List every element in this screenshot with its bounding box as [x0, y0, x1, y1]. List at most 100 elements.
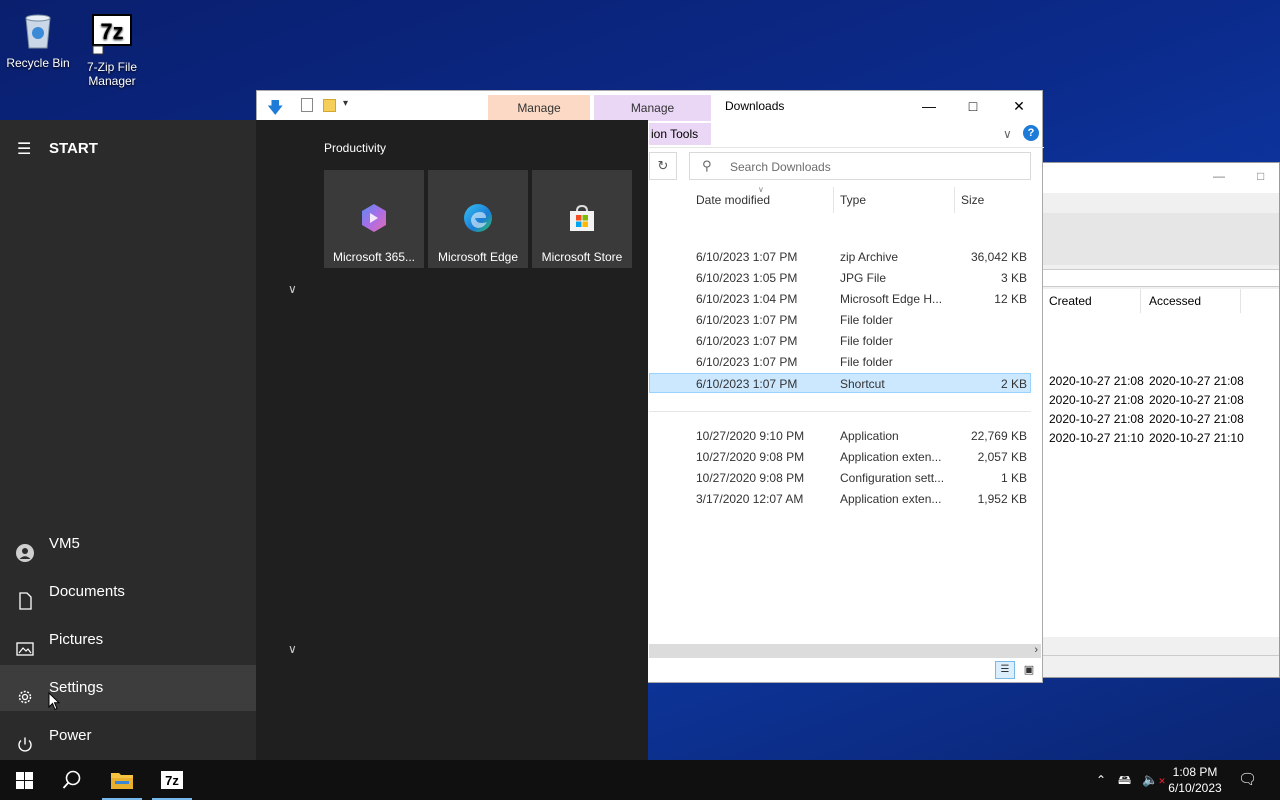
tab-manage-compressed[interactable]: Manage: [488, 95, 590, 121]
explorer-titlebar: 🡇 ▾ Manage Manage Downloads — □ ✕: [257, 91, 1042, 121]
created-cell: 2020-10-27 21:08: [1049, 374, 1144, 388]
column-header-size[interactable]: Size: [961, 187, 984, 213]
windows-logo-icon: [16, 772, 33, 789]
file-row[interactable]: 10/27/2020 9:10 PM Application 22,769 KB: [649, 426, 1031, 446]
scroll-right-icon[interactable]: ›: [1034, 644, 1038, 656]
date-cell: 10/27/2020 9:08 PM: [696, 471, 805, 485]
created-cell: 2020-10-27 21:08: [1049, 393, 1144, 407]
horizontal-scrollbar[interactable]: ›: [649, 644, 1041, 658]
size-cell: 12 KB: [994, 292, 1027, 306]
start-item-label: Power: [49, 727, 92, 744]
large-icons-view-button[interactable]: ▣: [1019, 661, 1039, 679]
minimize-button[interactable]: —: [907, 95, 951, 117]
file-row[interactable]: 6/10/2023 1:07 PM File folder: [649, 352, 1031, 372]
type-cell: Application: [840, 429, 899, 443]
ribbon-expand-icon[interactable]: ∨: [1003, 127, 1012, 141]
start-item-label: VM5: [49, 535, 80, 552]
svg-text:7z: 7z: [100, 19, 123, 44]
hamburger-menu-button[interactable]: ☰ START: [0, 128, 256, 168]
start-item-pictures[interactable]: Pictures: [0, 617, 256, 663]
column-header-created[interactable]: Created: [1041, 289, 1141, 313]
refresh-button[interactable]: ↻: [649, 152, 677, 180]
search-placeholder: Search Downloads: [730, 160, 831, 174]
date-cell: 3/17/2020 12:07 AM: [696, 492, 804, 506]
date-cell: 6/10/2023 1:07 PM: [696, 377, 798, 391]
table-row[interactable]: 2020-10-27 21:08: [1049, 410, 1144, 429]
file-row[interactable]: 6/10/2023 1:07 PM File folder: [649, 310, 1031, 330]
start-item-settings[interactable]: Settings: [0, 665, 256, 711]
tab-label: Manage: [630, 101, 675, 115]
edge-icon: [462, 202, 494, 234]
search-box[interactable]: ⚲ Search Downloads: [689, 152, 1031, 180]
start-item-user[interactable]: VM5: [0, 521, 256, 567]
file-row-selected[interactable]: 6/10/2023 1:07 PM Shortcut 2 KB: [649, 373, 1031, 393]
taskbar: 7z ⌃ 🖴 🔈✕ 1:08 PM 6/10/2023 🗨: [0, 760, 1280, 800]
hamburger-icon: ☰: [17, 141, 32, 158]
7zip-file-list: Created Accessed 2020-10-27 21:08 2020-1…: [1041, 289, 1279, 637]
start-button[interactable]: [0, 760, 48, 800]
desktop-icon-label: 7-Zip File Manager: [86, 60, 137, 88]
tab-manage-shortcut[interactable]: Manage: [594, 95, 711, 121]
mouse-cursor: [48, 691, 61, 714]
network-icon[interactable]: 🖴: [1118, 760, 1131, 800]
help-icon[interactable]: ?: [1023, 125, 1039, 141]
collapse-chevron-icon[interactable]: ∨: [288, 642, 297, 656]
taskbar-file-explorer[interactable]: [98, 760, 146, 800]
size-cell: 3 KB: [1000, 271, 1027, 285]
customize-quick-access-icon[interactable]: ▾: [343, 98, 348, 109]
table-row[interactable]: 2020-10-27 21:10: [1149, 429, 1244, 448]
file-row[interactable]: 6/10/2023 1:07 PM File folder: [649, 331, 1031, 351]
column-header-accessed[interactable]: Accessed: [1141, 289, 1241, 313]
file-row[interactable]: 6/10/2023 1:04 PM Microsoft Edge H... 12 K…: [649, 289, 1031, 309]
minimize-icon[interactable]: —: [1213, 169, 1225, 183]
type-cell: Microsoft Edge H...: [840, 292, 943, 306]
date-cell: 6/10/2023 1:07 PM: [696, 355, 798, 369]
notifications-icon[interactable]: 🗨: [1238, 760, 1257, 800]
close-button[interactable]: ✕: [997, 95, 1041, 117]
table-row[interactable]: 2020-10-27 21:08: [1049, 372, 1144, 391]
column-header-date[interactable]: Date modified: [696, 187, 770, 213]
desktop-icon-7zip[interactable]: 7z 7-Zip File Manager: [74, 12, 150, 88]
show-hidden-icons-button[interactable]: ⌃: [1096, 760, 1106, 800]
table-row[interactable]: 2020-10-27 21:08: [1149, 391, 1244, 410]
7zip-icon: 7z: [161, 771, 183, 789]
date-cell: 10/27/2020 9:10 PM: [696, 429, 805, 443]
user-avatar-icon: [16, 535, 34, 562]
new-folder-icon[interactable]: [323, 99, 336, 112]
table-row[interactable]: 2020-10-27 21:08: [1049, 391, 1144, 410]
file-row[interactable]: 10/27/2020 9:08 PM Configuration sett... 1…: [649, 468, 1031, 488]
ribbon-tab-label: ion Tools: [651, 127, 699, 141]
type-cell: File folder: [840, 355, 893, 369]
tile-microsoft-365[interactable]: Microsoft 365...: [324, 170, 424, 268]
column-header-type[interactable]: Type: [840, 187, 866, 213]
file-row[interactable]: 3/17/2020 12:07 AM Application exten... 1,…: [649, 489, 1031, 509]
desktop-icon-recycle-bin[interactable]: Recycle Bin: [0, 8, 76, 70]
type-cell: Application exten...: [840, 492, 942, 506]
tile-microsoft-store[interactable]: Microsoft Store: [532, 170, 632, 268]
start-item-power[interactable]: Power: [0, 713, 256, 759]
properties-icon[interactable]: [301, 98, 313, 112]
start-item-documents[interactable]: Documents: [0, 569, 256, 615]
clock[interactable]: 1:08 PM 6/10/2023: [1164, 760, 1226, 800]
collapse-chevron-icon[interactable]: ∨: [288, 282, 297, 296]
size-cell: 2,057 KB: [977, 450, 1027, 464]
table-row[interactable]: 2020-10-27 21:08: [1149, 410, 1244, 429]
power-icon: [16, 727, 34, 752]
taskbar-7zip[interactable]: 7z: [148, 760, 196, 800]
file-row[interactable]: 6/10/2023 1:05 PM JPG File 3 KB: [649, 268, 1031, 288]
group-divider: [649, 411, 1031, 412]
7zip-path-bar[interactable]: [1041, 269, 1279, 287]
search-button[interactable]: [48, 760, 96, 800]
table-row[interactable]: 2020-10-27 21:08: [1149, 372, 1244, 391]
desktop-icon-label: Recycle Bin: [6, 56, 70, 70]
ribbon-tab-tools[interactable]: ion Tools: [649, 123, 711, 145]
file-row[interactable]: 10/27/2020 9:08 PM Application exten... 2,…: [649, 447, 1031, 467]
file-row[interactable]: 6/10/2023 1:07 PM zip Archive 36,042 KB: [649, 247, 1031, 267]
volume-muted-icon[interactable]: 🔈✕: [1142, 760, 1166, 800]
table-row[interactable]: 2020-10-27 21:10: [1049, 429, 1144, 448]
details-view-button[interactable]: ☰: [995, 661, 1015, 679]
maximize-icon[interactable]: □: [1257, 169, 1264, 183]
maximize-button[interactable]: □: [951, 95, 995, 117]
date-cell: 6/10/2023 1:07 PM: [696, 313, 798, 327]
tile-microsoft-edge[interactable]: Microsoft Edge: [428, 170, 528, 268]
